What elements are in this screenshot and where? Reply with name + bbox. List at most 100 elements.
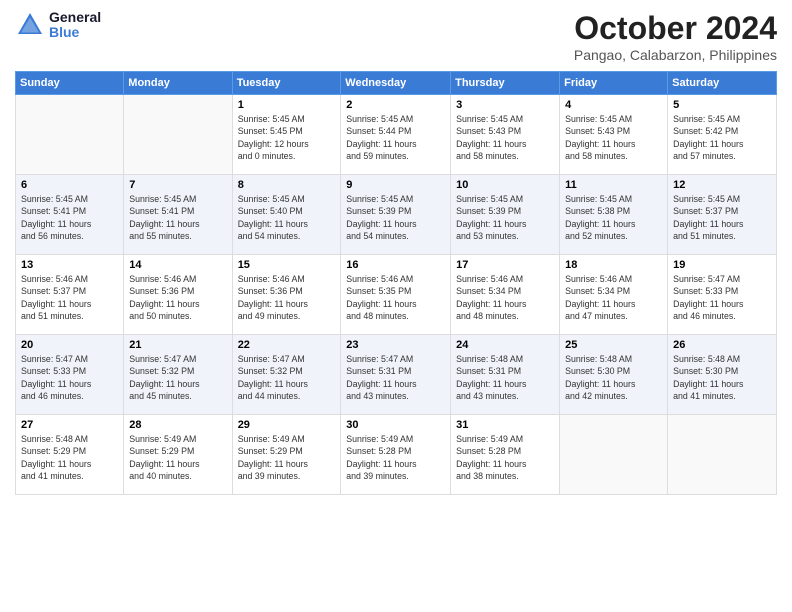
calendar-day-cell: 29 Sunrise: 5:49 AM Sunset: 5:29 PM Dayli… (232, 415, 341, 495)
day-number: 19 (673, 259, 771, 271)
day-info: Sunrise: 5:46 AM Sunset: 5:36 PM Dayligh… (238, 273, 336, 322)
day-number: 15 (238, 259, 336, 271)
logo: General Blue (15, 10, 101, 41)
calendar-day-cell: 9 Sunrise: 5:45 AM Sunset: 5:39 PM Daylig… (341, 175, 451, 255)
calendar-day-cell: 16Sunrise: 5:46 AM Sunset: 5:35 PM Dayli… (341, 255, 451, 335)
calendar-week-row: 13 Sunrise: 5:46 AM Sunset: 5:37 PM Dayli… (16, 255, 777, 335)
calendar-empty-cell (560, 415, 668, 495)
day-info: Sunrise: 5:45 AM Sunset: 5:44 PM Dayligh… (346, 113, 445, 162)
calendar-day-cell: 26Sunrise: 5:48 AM Sunset: 5:30 PM Dayli… (668, 335, 777, 415)
logo-line1: General (49, 10, 101, 25)
calendar-day-cell: 12 Sunrise: 5:45 AM Sunset: 5:37 PM Dayli… (668, 175, 777, 255)
page: General Blue October 2024 Pangao, Calaba… (0, 0, 792, 612)
day-number: 18 (565, 259, 662, 271)
calendar-header: SundayMondayTuesdayWednesdayThursdayFrid… (16, 72, 777, 95)
calendar-day-cell: 27 Sunrise: 5:48 AM Sunset: 5:29 PM Dayli… (16, 415, 124, 495)
calendar-day-cell: 7 Sunrise: 5:45 AM Sunset: 5:41 PM Daylig… (124, 175, 232, 255)
day-info: Sunrise: 5:45 AM Sunset: 5:43 PM Dayligh… (565, 113, 662, 162)
day-info: Sunrise: 5:48 AM Sunset: 5:30 PM Dayligh… (565, 353, 662, 402)
day-info: Sunrise: 5:45 AM Sunset: 5:39 PM Dayligh… (456, 193, 554, 242)
day-number: 20 (21, 339, 118, 351)
calendar-empty-cell (124, 95, 232, 175)
day-of-week-header: Thursday (451, 72, 560, 95)
location: Pangao, Calabarzon, Philippines (574, 47, 777, 63)
calendar-day-cell: 21Sunrise: 5:47 AM Sunset: 5:32 PM Dayli… (124, 335, 232, 415)
day-number: 11 (565, 179, 662, 191)
day-number: 7 (129, 179, 226, 191)
day-number: 24 (456, 339, 554, 351)
day-number: 21 (129, 339, 226, 351)
day-number: 27 (21, 419, 118, 431)
day-info: Sunrise: 5:49 AM Sunset: 5:29 PM Dayligh… (238, 433, 336, 482)
calendar-day-cell: 20 Sunrise: 5:47 AM Sunset: 5:33 PM Dayli… (16, 335, 124, 415)
day-info: Sunrise: 5:49 AM Sunset: 5:28 PM Dayligh… (346, 433, 445, 482)
day-info: Sunrise: 5:48 AM Sunset: 5:29 PM Dayligh… (21, 433, 118, 482)
calendar-day-cell: 23 Sunrise: 5:47 AM Sunset: 5:31 PM Dayli… (341, 335, 451, 415)
calendar-day-cell: 24Sunrise: 5:48 AM Sunset: 5:31 PM Dayli… (451, 335, 560, 415)
day-number: 6 (21, 179, 118, 191)
calendar-day-cell: 6 Sunrise: 5:45 AM Sunset: 5:41 PM Daylig… (16, 175, 124, 255)
day-number: 22 (238, 339, 336, 351)
header: General Blue October 2024 Pangao, Calaba… (15, 10, 777, 63)
day-info: Sunrise: 5:45 AM Sunset: 5:42 PM Dayligh… (673, 113, 771, 162)
day-of-week-header: Monday (124, 72, 232, 95)
day-info: Sunrise: 5:45 AM Sunset: 5:41 PM Dayligh… (21, 193, 118, 242)
day-info: Sunrise: 5:46 AM Sunset: 5:36 PM Dayligh… (129, 273, 226, 322)
day-number: 25 (565, 339, 662, 351)
day-number: 9 (346, 179, 445, 191)
day-number: 14 (129, 259, 226, 271)
title-section: October 2024 Pangao, Calabarzon, Philipp… (574, 10, 777, 63)
day-info: Sunrise: 5:45 AM Sunset: 5:39 PM Dayligh… (346, 193, 445, 242)
day-info: Sunrise: 5:46 AM Sunset: 5:37 PM Dayligh… (21, 273, 118, 322)
calendar-day-cell: 22 Sunrise: 5:47 AM Sunset: 5:32 PM Dayli… (232, 335, 341, 415)
day-number: 28 (129, 419, 226, 431)
day-info: Sunrise: 5:47 AM Sunset: 5:32 PM Dayligh… (238, 353, 336, 402)
day-info: Sunrise: 5:45 AM Sunset: 5:40 PM Dayligh… (238, 193, 336, 242)
calendar-week-row: 1Sunrise: 5:45 AM Sunset: 5:45 PM Daylig… (16, 95, 777, 175)
day-number: 29 (238, 419, 336, 431)
calendar-day-cell: 4Sunrise: 5:45 AM Sunset: 5:43 PM Daylig… (560, 95, 668, 175)
calendar: SundayMondayTuesdayWednesdayThursdayFrid… (15, 71, 777, 495)
day-info: Sunrise: 5:47 AM Sunset: 5:33 PM Dayligh… (673, 273, 771, 322)
calendar-day-cell: 11 Sunrise: 5:45 AM Sunset: 5:38 PM Dayli… (560, 175, 668, 255)
calendar-body: 1Sunrise: 5:45 AM Sunset: 5:45 PM Daylig… (16, 95, 777, 495)
day-info: Sunrise: 5:47 AM Sunset: 5:31 PM Dayligh… (346, 353, 445, 402)
calendar-empty-cell (668, 415, 777, 495)
day-number: 5 (673, 99, 771, 111)
day-number: 30 (346, 419, 445, 431)
calendar-day-cell: 25 Sunrise: 5:48 AM Sunset: 5:30 PM Dayli… (560, 335, 668, 415)
calendar-day-cell: 30 Sunrise: 5:49 AM Sunset: 5:28 PM Dayli… (341, 415, 451, 495)
day-of-week-header: Sunday (16, 72, 124, 95)
calendar-day-cell: 8 Sunrise: 5:45 AM Sunset: 5:40 PM Daylig… (232, 175, 341, 255)
days-of-week-row: SundayMondayTuesdayWednesdayThursdayFrid… (16, 72, 777, 95)
day-info: Sunrise: 5:46 AM Sunset: 5:34 PM Dayligh… (456, 273, 554, 322)
calendar-day-cell: 15 Sunrise: 5:46 AM Sunset: 5:36 PM Dayli… (232, 255, 341, 335)
calendar-day-cell: 14 Sunrise: 5:46 AM Sunset: 5:36 PM Dayli… (124, 255, 232, 335)
calendar-day-cell: 1Sunrise: 5:45 AM Sunset: 5:45 PM Daylig… (232, 95, 341, 175)
day-number: 17 (456, 259, 554, 271)
calendar-day-cell: 5 Sunrise: 5:45 AM Sunset: 5:42 PM Daylig… (668, 95, 777, 175)
calendar-day-cell: 10Sunrise: 5:45 AM Sunset: 5:39 PM Dayli… (451, 175, 560, 255)
day-info: Sunrise: 5:45 AM Sunset: 5:43 PM Dayligh… (456, 113, 554, 162)
day-number: 31 (456, 419, 554, 431)
day-info: Sunrise: 5:45 AM Sunset: 5:41 PM Dayligh… (129, 193, 226, 242)
day-info: Sunrise: 5:49 AM Sunset: 5:28 PM Dayligh… (456, 433, 554, 482)
calendar-day-cell: 31 Sunrise: 5:49 AM Sunset: 5:28 PM Dayli… (451, 415, 560, 495)
calendar-week-row: 6 Sunrise: 5:45 AM Sunset: 5:41 PM Daylig… (16, 175, 777, 255)
day-info: Sunrise: 5:45 AM Sunset: 5:38 PM Dayligh… (565, 193, 662, 242)
day-of-week-header: Tuesday (232, 72, 341, 95)
day-number: 2 (346, 99, 445, 111)
day-number: 23 (346, 339, 445, 351)
day-info: Sunrise: 5:47 AM Sunset: 5:33 PM Dayligh… (21, 353, 118, 402)
day-number: 12 (673, 179, 771, 191)
day-number: 8 (238, 179, 336, 191)
day-info: Sunrise: 5:49 AM Sunset: 5:29 PM Dayligh… (129, 433, 226, 482)
logo-line2: Blue (49, 25, 101, 40)
calendar-week-row: 27 Sunrise: 5:48 AM Sunset: 5:29 PM Dayli… (16, 415, 777, 495)
day-of-week-header: Saturday (668, 72, 777, 95)
day-number: 3 (456, 99, 554, 111)
day-info: Sunrise: 5:46 AM Sunset: 5:34 PM Dayligh… (565, 273, 662, 322)
calendar-day-cell: 2 Sunrise: 5:45 AM Sunset: 5:44 PM Daylig… (341, 95, 451, 175)
day-number: 13 (21, 259, 118, 271)
day-info: Sunrise: 5:45 AM Sunset: 5:37 PM Dayligh… (673, 193, 771, 242)
